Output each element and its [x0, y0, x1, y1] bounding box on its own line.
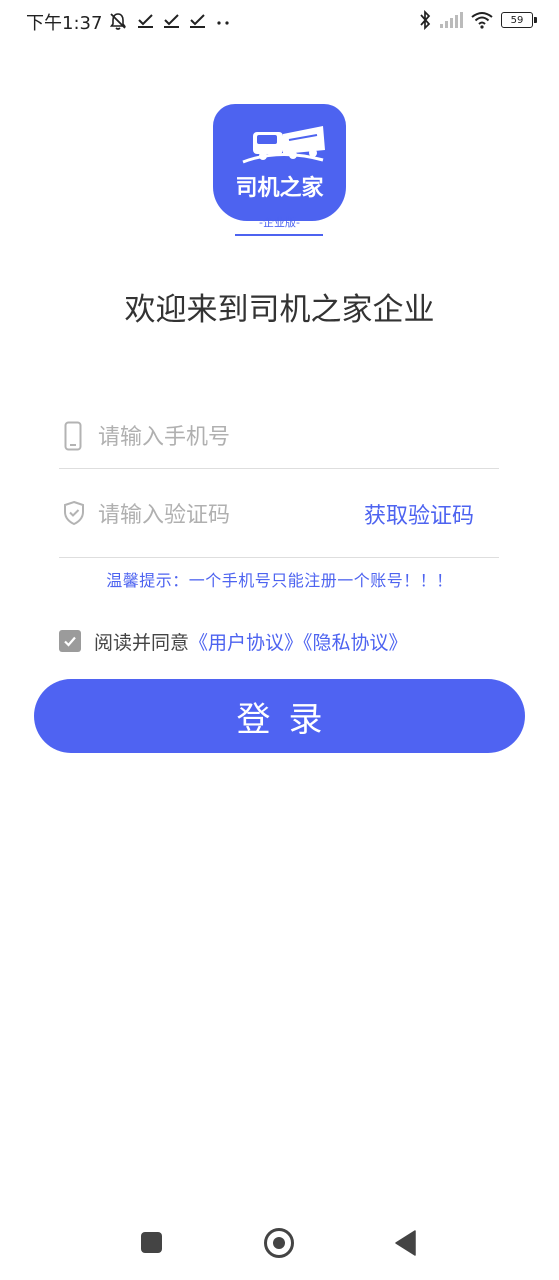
phone-input[interactable]: [96, 419, 490, 455]
get-code-button[interactable]: 获取验证码: [364, 498, 474, 530]
logo-title: 司机之家: [235, 176, 324, 201]
signal-icon: [440, 12, 463, 28]
bluetooth-icon: [420, 10, 431, 30]
status-time: 下午1:37: [26, 13, 103, 34]
agreement-row: 阅读并同意《用户协议》《隐私协议》: [94, 628, 408, 655]
muted-alarm-icon: [109, 13, 127, 30]
logo-subtitle: -企业版-: [259, 216, 300, 229]
privacy-policy-link[interactable]: 《隐私协议》: [303, 632, 408, 654]
phone-icon: [64, 421, 82, 451]
user-agreement-link[interactable]: 《用户协议》: [189, 632, 303, 654]
back-button[interactable]: [394, 1230, 416, 1256]
dots-icon: [217, 21, 229, 25]
status-icons-right: 59: [419, 9, 537, 31]
agree-checkbox[interactable]: [59, 630, 81, 652]
agreement-prefix: 阅读并同意: [94, 632, 190, 654]
home-dot: [273, 1237, 285, 1249]
shield-check-icon: [64, 500, 84, 526]
recent-apps-button[interactable]: [141, 1232, 162, 1253]
check-icon: [138, 14, 153, 28]
login-button[interactable]: 登录: [34, 679, 525, 753]
status-icons-left: [108, 10, 231, 32]
home-button[interactable]: [264, 1228, 294, 1258]
wifi-icon: [471, 12, 493, 29]
check-icon: [64, 636, 76, 647]
logo-underline: [235, 234, 323, 236]
truck-icon: [242, 126, 325, 164]
code-divider: [59, 557, 499, 558]
app-logo: 司机之家: [213, 104, 346, 221]
battery-icon: 59: [501, 12, 537, 28]
check-icon: [190, 14, 205, 28]
welcome-title: 欢迎来到司机之家企业: [124, 292, 435, 328]
phone-divider: [59, 468, 499, 469]
code-input[interactable]: [96, 497, 350, 533]
check-icon: [164, 14, 179, 28]
tip-text: 温馨提示：一个手机号只能注册一个账号！！！: [106, 571, 453, 590]
